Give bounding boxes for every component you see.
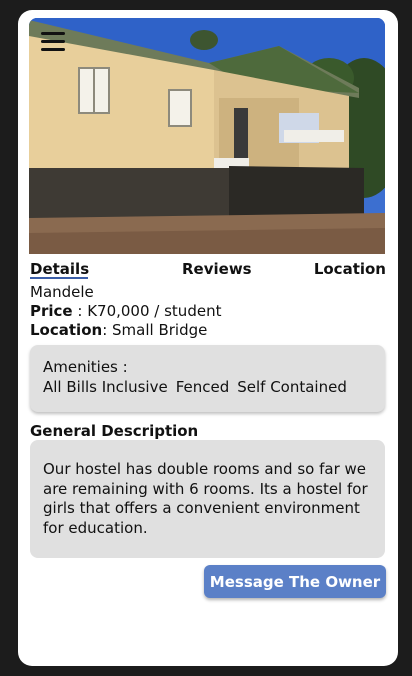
price-value: : K70,000 / student [72, 302, 222, 320]
price-row: Price : K70,000 / student [30, 302, 221, 321]
active-tab-indicator [30, 277, 88, 279]
location-value: : Small Bridge [102, 321, 208, 339]
general-description-title: General Description [30, 422, 199, 440]
amenity-item: All Bills Inclusive [43, 378, 168, 396]
tab-details[interactable]: Details [30, 260, 89, 278]
tab-reviews[interactable]: Reviews [182, 260, 252, 278]
amenities-panel: Amenities : All Bills Inclusive Fenced Sel… [30, 345, 385, 412]
property-name: Mandele [30, 283, 94, 301]
menu-bar-middle [41, 40, 65, 43]
amenities-title: Amenities : [43, 358, 128, 376]
amenities-list: All Bills Inclusive Fenced Self Contained [43, 377, 372, 397]
location-label: Location [30, 321, 103, 339]
menu-bar-top [41, 32, 65, 35]
price-label: Price [30, 302, 73, 320]
property-info: Mandele Price : K70,000 / student Locati… [30, 283, 221, 340]
description-text: Our hostel has double rooms and so far w… [43, 460, 368, 537]
amenity-item: Fenced [175, 378, 230, 396]
description-panel: Our hostel has double rooms and so far w… [30, 440, 385, 558]
amenity-item: Self Contained [237, 378, 347, 396]
location-row: Location: Small Bridge [30, 321, 221, 340]
tab-location[interactable]: Location [314, 260, 386, 278]
message-owner-button[interactable]: Message The Owner [204, 565, 386, 598]
property-photo [29, 18, 385, 254]
house-image [29, 18, 385, 254]
hamburger-menu-icon[interactable] [41, 32, 65, 54]
listing-card: Details Reviews Location Mandele Price :… [18, 10, 398, 666]
menu-bar-bottom [41, 48, 65, 51]
